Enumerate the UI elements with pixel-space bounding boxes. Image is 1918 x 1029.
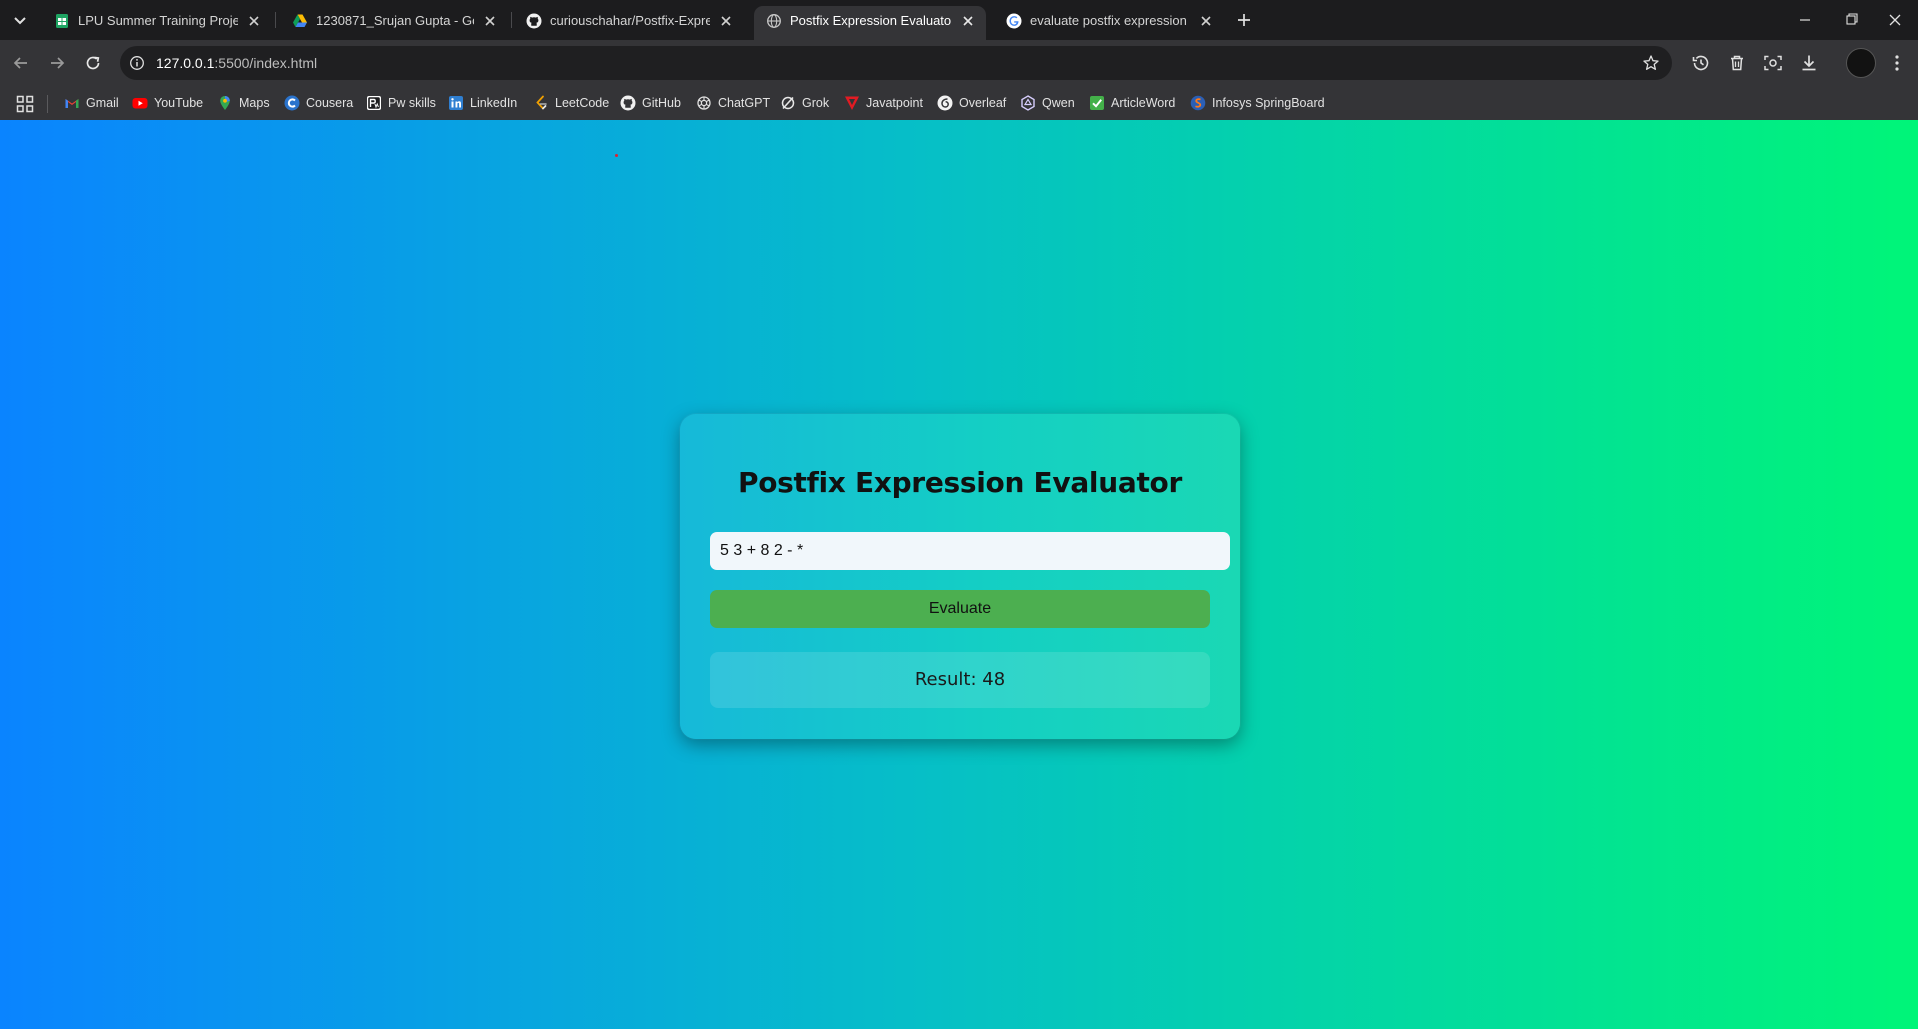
coursera-icon: [284, 95, 300, 111]
site-info-icon[interactable]: [129, 55, 145, 71]
tab-postfix-evaluator[interactable]: Postfix Expression Evaluator: [754, 6, 986, 40]
close-tab-icon[interactable]: [482, 13, 498, 29]
reload-icon[interactable]: [80, 50, 106, 76]
address-bar[interactable]: 127.0.0.1:5500/index.html: [120, 46, 1672, 80]
tab-google-search[interactable]: evaluate postfix expression using: [994, 7, 1224, 34]
bookmark-label: Infosys SpringBoard: [1212, 96, 1325, 110]
page-background: Postfix Expression Evaluator Evaluate Re…: [0, 120, 1918, 1029]
close-tab-icon[interactable]: [718, 13, 734, 29]
infosys-icon: [1190, 95, 1206, 111]
bookmark-articleword[interactable]: ArticleWord: [1089, 94, 1175, 112]
bookmark-label: Overleaf: [959, 96, 1007, 110]
bookmark-label: GitHub: [642, 96, 681, 110]
linkedin-icon: [449, 96, 463, 110]
google-icon: [1006, 13, 1022, 29]
history-icon[interactable]: [1690, 52, 1712, 74]
download-icon[interactable]: [1798, 52, 1820, 74]
bookmark-chatgpt[interactable]: ChatGPT: [696, 94, 770, 112]
profile-avatar[interactable]: [1846, 48, 1876, 78]
screenshot-icon[interactable]: [1762, 52, 1784, 74]
browser-toolbar: 127.0.0.1:5500/index.html: [0, 40, 1918, 86]
bookmark-label: Qwen: [1042, 96, 1075, 110]
tab-title: curiouschahar/Postfix-Expression: [550, 13, 710, 28]
leetcode-icon: [536, 95, 547, 110]
bookmark-linkedin[interactable]: LinkedIn: [448, 94, 517, 112]
bookmark-label: LinkedIn: [470, 96, 518, 110]
more-menu-icon[interactable]: [1892, 52, 1902, 74]
bookmark-grok[interactable]: Grok: [780, 94, 829, 112]
tab-title: evaluate postfix expression using: [1030, 13, 1190, 28]
bookmark-label: Grok: [802, 96, 830, 110]
bookmark-label: ChatGPT: [718, 96, 771, 110]
new-tab-icon[interactable]: [1232, 8, 1256, 32]
back-arrow-icon[interactable]: [8, 50, 34, 76]
bookmark-cousera[interactable]: Cousera: [284, 94, 353, 112]
bookmark-label: LeetCode: [555, 96, 610, 110]
grok-icon: [781, 96, 795, 110]
bookmark-maps[interactable]: Maps: [217, 94, 270, 112]
bookmark-github[interactable]: GitHub: [620, 94, 681, 112]
maps-icon: [220, 96, 230, 110]
bookmarks-divider: [47, 95, 48, 113]
google-sheets-icon: [56, 14, 68, 28]
articleword-icon: [1090, 96, 1104, 110]
bookmark-infosys-springboard[interactable]: Infosys SpringBoard: [1190, 94, 1325, 112]
close-tab-icon[interactable]: [960, 13, 976, 29]
github-icon: [620, 95, 636, 111]
bookmark-leetcode[interactable]: LeetCode: [533, 94, 609, 112]
pw-skills-icon: [367, 96, 381, 110]
bookmark-gmail[interactable]: Gmail: [64, 94, 119, 112]
expression-input[interactable]: [710, 532, 1230, 570]
tab-strip: LPU Summer Training Project B 1230871_Sr…: [0, 0, 1918, 40]
tab-google-drive[interactable]: 1230871_Srujan Gupta - Google: [280, 7, 508, 34]
youtube-icon: [132, 98, 148, 109]
stray-red-dot: [615, 154, 618, 157]
bookmark-label: YouTube: [154, 96, 204, 110]
bookmark-javatpoint[interactable]: Javatpoint: [844, 94, 923, 112]
bookmark-pw-skills[interactable]: Pw skills: [366, 94, 436, 112]
chatgpt-icon: [697, 96, 711, 110]
bookmark-label: Gmail: [86, 96, 119, 110]
bookmark-label: Pw skills: [388, 96, 436, 110]
close-window-icon[interactable]: [1872, 0, 1918, 40]
result-display: Result: 48: [710, 652, 1210, 708]
tab-title: LPU Summer Training Project B: [78, 13, 238, 28]
qwen-icon: [1021, 95, 1035, 111]
bookmark-label: Cousera: [306, 96, 354, 110]
bookmark-overleaf[interactable]: Overleaf: [937, 94, 1006, 112]
trash-icon[interactable]: [1726, 52, 1748, 74]
bookmark-star-icon[interactable]: [1642, 54, 1660, 72]
apps-grid-icon[interactable]: [16, 95, 34, 113]
tab-title: 1230871_Srujan Gupta - Google: [316, 13, 474, 28]
evaluate-button[interactable]: Evaluate: [710, 590, 1210, 628]
tab-search-chevron-icon[interactable]: [8, 8, 32, 32]
bookmark-label: Maps: [239, 96, 270, 110]
bookmark-label: ArticleWord: [1111, 96, 1176, 110]
close-tab-icon[interactable]: [246, 13, 262, 29]
github-icon: [526, 13, 542, 29]
bookmarks-bar: Gmail YouTube Maps Cousera Pw skills Lin…: [0, 86, 1918, 120]
page-title: Postfix Expression Evaluator: [737, 466, 1182, 499]
minimize-icon[interactable]: [1782, 0, 1828, 40]
tab-title: Postfix Expression Evaluator: [790, 13, 952, 28]
globe-icon: [767, 14, 781, 28]
bookmark-label: Javatpoint: [866, 96, 923, 110]
tab-github-repo[interactable]: curiouschahar/Postfix-Expression: [514, 7, 744, 34]
bookmark-qwen[interactable]: Qwen: [1020, 94, 1075, 112]
gmail-icon: [65, 99, 79, 108]
bookmark-youtube[interactable]: YouTube: [132, 94, 203, 112]
url-text: 127.0.0.1:5500/index.html: [156, 55, 317, 71]
tab-separator: [275, 12, 276, 28]
overleaf-icon: [937, 95, 953, 111]
tab-separator: [511, 12, 512, 28]
restore-icon[interactable]: [1828, 0, 1874, 40]
close-tab-icon[interactable]: [1198, 13, 1214, 29]
google-drive-icon: [293, 14, 307, 27]
url-path: :5500/index.html: [214, 55, 318, 71]
forward-arrow-icon[interactable]: [44, 50, 70, 76]
javatpoint-icon: [845, 96, 859, 110]
tab-lpu-summer-training[interactable]: LPU Summer Training Project B: [42, 7, 272, 34]
evaluator-card: Postfix Expression Evaluator Evaluate Re…: [680, 414, 1240, 739]
url-host: 127.0.0.1: [156, 55, 215, 71]
